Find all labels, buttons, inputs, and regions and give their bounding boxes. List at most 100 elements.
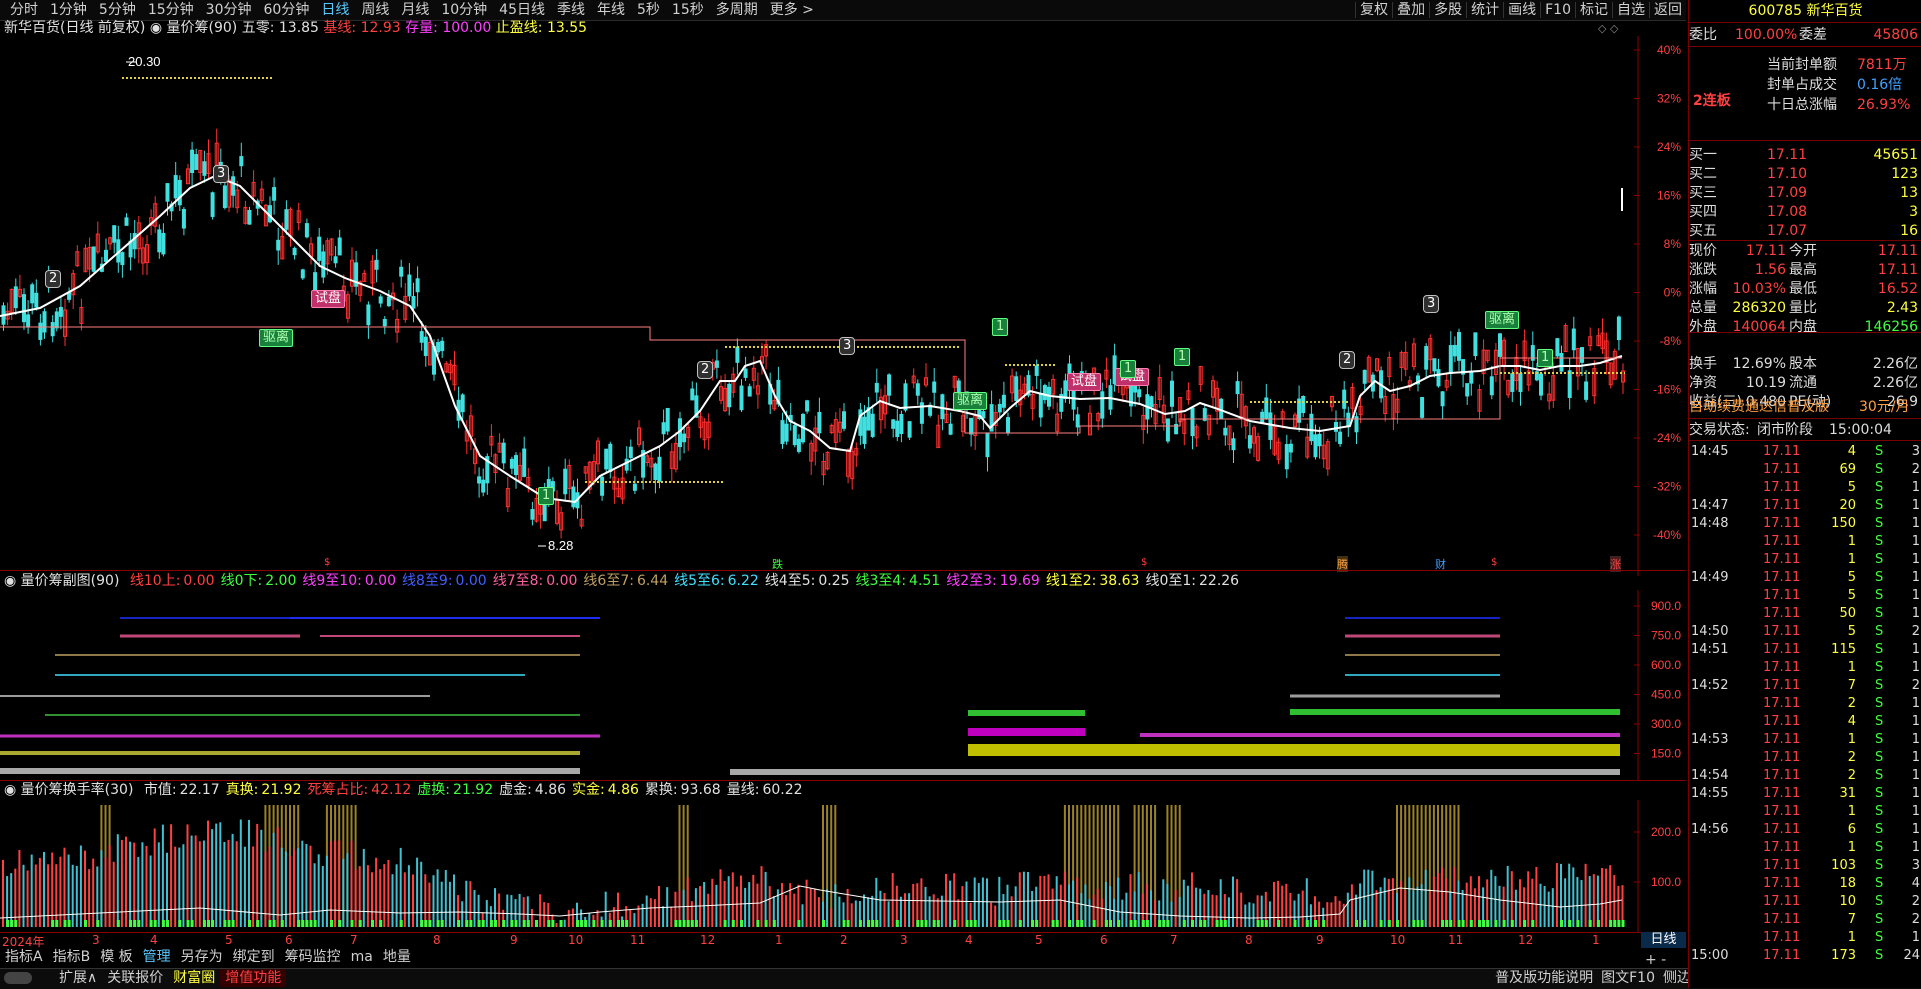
sub1-item-label: 线0至1: xyxy=(1145,573,1196,589)
turnover-bar xyxy=(838,896,841,927)
badge-quli[interactable]: 驱离 xyxy=(953,392,988,410)
sub2-title[interactable]: 量价筹换手率(30) xyxy=(21,782,134,798)
candle-body xyxy=(1334,421,1338,432)
period-tab[interactable]: 更多 > xyxy=(764,2,820,18)
period-tab[interactable]: 5秒 xyxy=(631,2,666,18)
turnover-foot xyxy=(584,920,588,927)
turnover-foot xyxy=(846,920,850,927)
period-tab[interactable]: 45日线 xyxy=(493,2,551,18)
period-tab[interactable]: 5分钟 xyxy=(93,2,142,18)
period-tab[interactable]: 日线 xyxy=(315,2,355,18)
badge-number[interactable]: 2 xyxy=(45,270,62,288)
indicator-menu-icon[interactable]: ◉ xyxy=(4,573,16,589)
indicator-tab[interactable]: 管理 xyxy=(138,948,176,968)
badge-number[interactable]: 1 xyxy=(1537,349,1554,367)
indicator-menu-icon[interactable]: ◉ xyxy=(4,782,16,798)
period-tab[interactable]: 季线 xyxy=(551,2,591,18)
period-tab[interactable]: 分时 xyxy=(4,2,44,18)
badge-shipan[interactable]: 试盘 xyxy=(1067,373,1102,391)
turnover-bar xyxy=(744,887,747,927)
badge-quli[interactable]: 驱离 xyxy=(259,329,294,347)
status-right-item[interactable]: 普及版功能说明 xyxy=(1491,969,1597,987)
candle-body xyxy=(887,374,892,396)
stat-value: 2.26亿 xyxy=(1872,375,1918,391)
indicator-tab[interactable]: 绑定到 xyxy=(228,948,280,968)
status-left-item[interactable]: 财富圈 xyxy=(168,969,220,987)
event-dot[interactable]: $ xyxy=(1491,557,1497,568)
tick-volume: 7 xyxy=(1847,912,1856,927)
period-tab[interactable]: 10分钟 xyxy=(435,2,493,18)
period-tab[interactable]: 15秒 xyxy=(666,2,710,18)
status-left-item[interactable]: 增值功能 xyxy=(220,969,287,987)
candle-body xyxy=(13,286,18,309)
bid-row[interactable]: 买四 17.08 3 xyxy=(1689,203,1921,221)
badge-number[interactable]: 2 xyxy=(1339,351,1356,369)
sub2-chart[interactable]: 200.0 100.0 xyxy=(0,800,1686,932)
turnover-bar xyxy=(67,854,70,927)
indicator-tab[interactable]: ma xyxy=(346,948,378,968)
tool-button[interactable]: 画线 xyxy=(1503,2,1540,18)
candle-body xyxy=(1448,345,1453,374)
event-dot[interactable]: $ xyxy=(324,557,330,568)
period-tab[interactable]: 30分钟 xyxy=(200,2,258,18)
status-right-item[interactable]: 图文F10 xyxy=(1597,969,1659,987)
period-tab[interactable]: 月线 xyxy=(395,2,435,18)
indicator-tab[interactable]: 模 板 xyxy=(95,948,137,968)
badge-shipan[interactable]: 试盘 xyxy=(311,290,346,308)
badge-quli[interactable]: 驱离 xyxy=(1485,311,1520,329)
badge-number[interactable]: 1 xyxy=(538,487,555,505)
zoom-controls[interactable]: + - xyxy=(1645,952,1666,968)
period-tab[interactable]: 年线 xyxy=(591,2,631,18)
tool-button[interactable]: F10 xyxy=(1540,2,1575,18)
badge-number[interactable]: 3 xyxy=(839,337,856,355)
badge-number[interactable]: 2 xyxy=(697,361,714,379)
period-tab[interactable]: 多周期 xyxy=(710,2,764,18)
chart-corner-icon[interactable]: ◇ ◇ xyxy=(1598,22,1618,35)
tool-button[interactable]: 标记 xyxy=(1575,2,1612,18)
badge-number[interactable]: 3 xyxy=(213,165,230,183)
badge-number[interactable]: 3 xyxy=(1423,295,1440,313)
indicator-name[interactable]: 量价筹(90) xyxy=(167,20,238,36)
period-tab[interactable]: 周线 xyxy=(355,2,395,18)
sub1-chart[interactable]: 900.0 750.0 600.0 450.0 300.0 150.0 xyxy=(0,590,1686,780)
event-dot[interactable]: $ xyxy=(1141,557,1147,568)
sub1-title[interactable]: 量价筹副图(90) xyxy=(21,573,120,589)
period-tab[interactable]: 1分钟 xyxy=(44,2,93,18)
tool-button[interactable]: 复权 xyxy=(1355,2,1392,18)
turnover-foot xyxy=(682,920,686,927)
toggle-switch[interactable] xyxy=(4,972,32,984)
tool-button[interactable]: 自选 xyxy=(1612,2,1649,18)
indicator-tab[interactable]: 另存为 xyxy=(176,948,228,968)
sub1-item-value: 0.00 xyxy=(455,573,487,589)
bid-row[interactable]: 买三 17.09 13 xyxy=(1689,184,1921,202)
bid-label: 买三 xyxy=(1689,185,1717,201)
indicator-tab[interactable]: 指标B xyxy=(48,948,96,968)
indicator-tab[interactable]: 筹码监控 xyxy=(280,948,346,968)
indicator-tab[interactable]: 指标A xyxy=(0,948,48,968)
period-tab[interactable]: 60分钟 xyxy=(258,2,316,18)
chart-tools: 复权 叠加 多股 统计 画线 F10 标记 自选 返回 xyxy=(1355,2,1686,18)
bid-row[interactable]: 买二 17.10 123 xyxy=(1689,165,1921,183)
status-left-item[interactable]: 扩展∧ xyxy=(54,969,102,987)
badge-number[interactable]: 1 xyxy=(992,318,1009,336)
badge-number[interactable]: 1 xyxy=(1120,360,1137,378)
turnover-foot xyxy=(1445,920,1449,927)
tool-button[interactable]: 叠加 xyxy=(1392,2,1429,18)
turnover-bar xyxy=(809,888,812,927)
bid-volume: 13 xyxy=(1900,185,1918,201)
period-tab[interactable]: 15分钟 xyxy=(142,2,200,18)
bid-row[interactable]: 买一 17.11 45651 xyxy=(1689,146,1921,164)
period-badge[interactable]: 日线 xyxy=(1641,932,1686,948)
sub1-item-value: 0.00 xyxy=(546,573,578,589)
tool-button[interactable]: 返回 xyxy=(1649,2,1686,18)
promo-row[interactable]: 自动续费通达信普及版 30元/月 xyxy=(1689,398,1921,416)
tool-button[interactable]: 统计 xyxy=(1466,2,1503,18)
badge-number[interactable]: 1 xyxy=(1174,348,1191,366)
tool-button[interactable]: 多股 xyxy=(1429,2,1466,18)
bid-row[interactable]: 买五 17.07 16 xyxy=(1689,222,1921,240)
stat-value: 286320 xyxy=(1732,300,1786,316)
candle-body xyxy=(1190,407,1195,437)
indicator-tab[interactable]: 地量 xyxy=(378,948,416,968)
status-left-item[interactable]: 关联报价 xyxy=(102,969,168,987)
indicator-menu-icon[interactable]: ◉ xyxy=(150,20,162,36)
